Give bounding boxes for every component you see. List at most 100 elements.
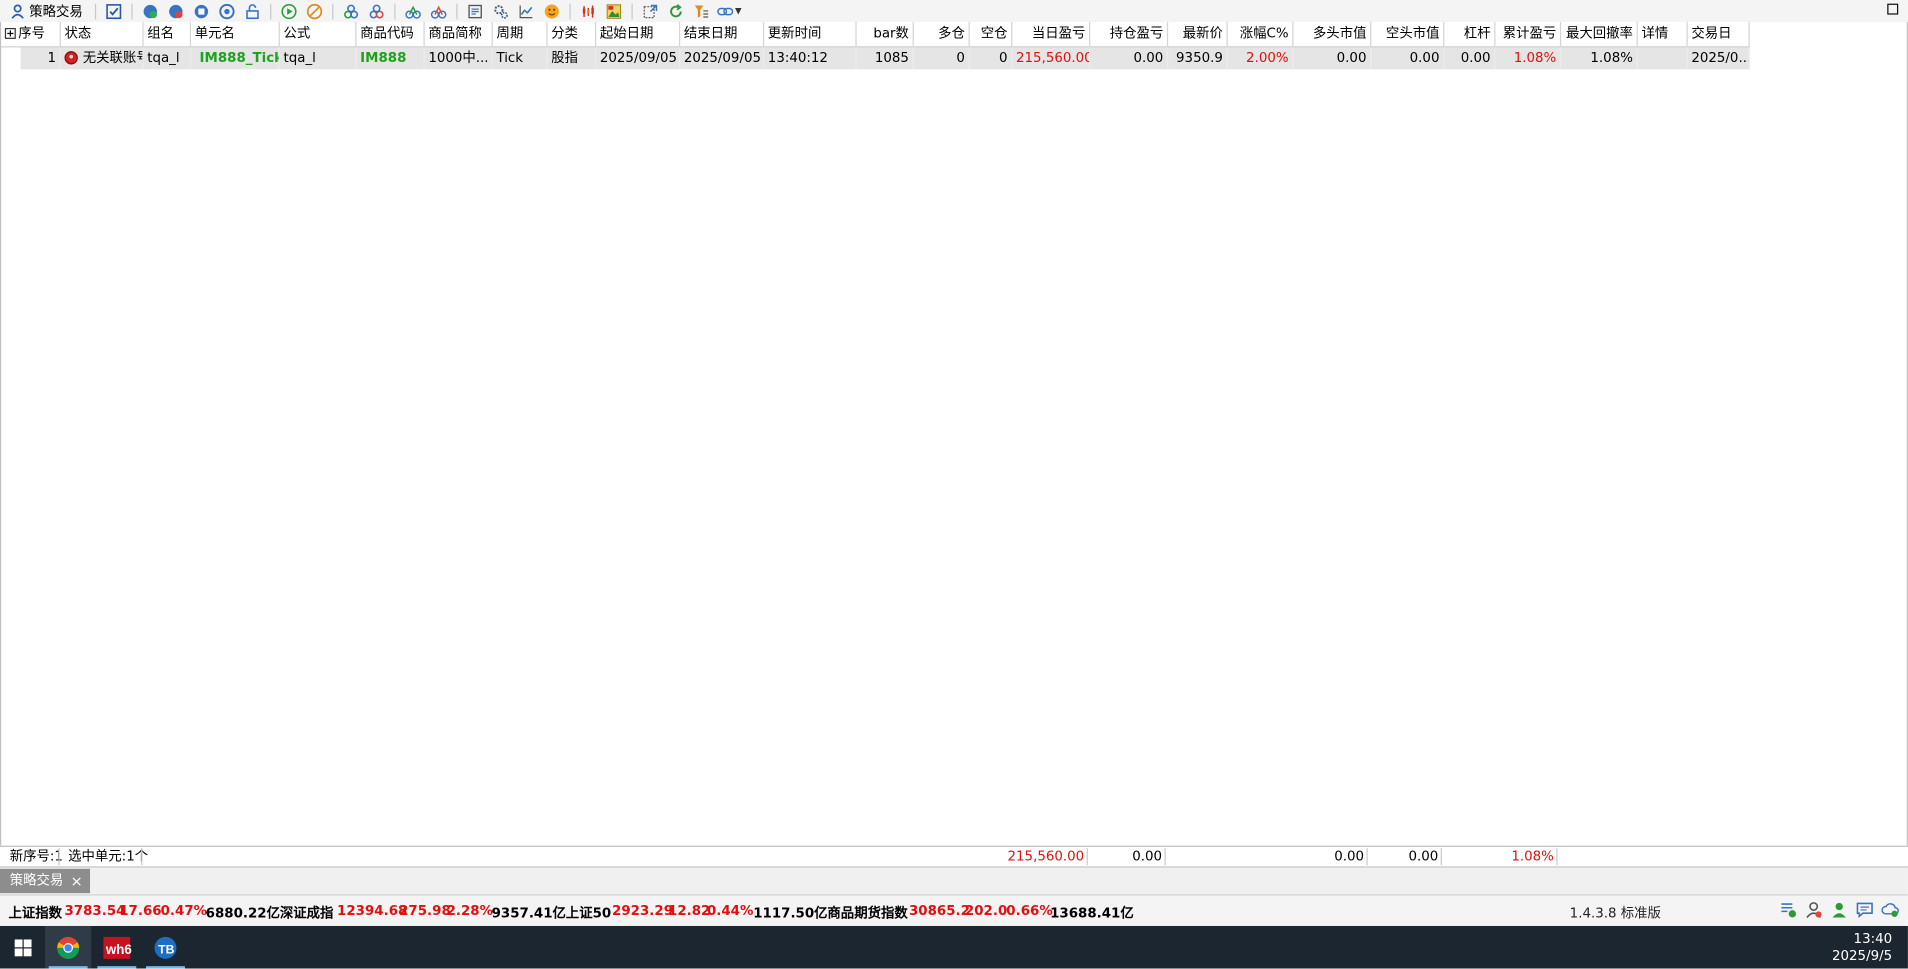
col-shortpos[interactable]: 空仓 [970, 21, 1013, 47]
col-category[interactable]: 分类 [548, 21, 597, 47]
col-detail[interactable]: 详情 [1638, 21, 1688, 47]
cell-holdpnl: 0.00 [1090, 47, 1169, 70]
col-cumpnl[interactable]: 累计盈亏 [1495, 21, 1562, 47]
bullet-1-icon[interactable] [141, 1, 160, 20]
user-green-icon[interactable] [1830, 900, 1848, 918]
col-daypnl[interactable]: 当日盈亏 [1012, 21, 1091, 47]
toolbar-separator [631, 3, 633, 19]
gears-icon[interactable] [491, 1, 510, 20]
bike-1-icon[interactable] [403, 1, 422, 20]
col-shortval[interactable]: 空头市值 [1371, 21, 1445, 47]
summary-selected: 选中单元:1个 [68, 848, 149, 864]
filter-icon[interactable] [692, 1, 711, 20]
toolbar-separator [131, 3, 133, 19]
refresh-icon[interactable] [666, 1, 685, 20]
summary-separator [1440, 848, 1442, 866]
ticker-amount: 6880.22亿 [205, 905, 280, 922]
svg-text:TB: TB [158, 942, 174, 956]
ticker-name[interactable]: 深证成指 [280, 903, 334, 922]
settings-list-icon[interactable] [465, 1, 484, 20]
ticker-name[interactable]: 上证指数 [9, 903, 63, 922]
status-tray [1772, 900, 1900, 918]
col-leverage[interactable]: 杠杆 [1444, 21, 1496, 47]
tb-app-icon[interactable]: TB [142, 926, 188, 969]
summary-separator [141, 848, 143, 866]
bar-chart-icon[interactable] [579, 1, 598, 20]
ticker-change: 275.98 [399, 902, 451, 919]
col-start[interactable]: 起始日期 [596, 21, 681, 47]
summary-cumpnl: 1.08% [1511, 848, 1554, 864]
line-chart-icon[interactable] [517, 1, 536, 20]
ticker-percent: 0.44% [706, 902, 754, 919]
chrome-icon[interactable] [45, 925, 92, 969]
link-dropdown[interactable]: ▼ [717, 3, 742, 19]
cell-end: 2025/09/05 [680, 47, 765, 70]
bike-2-icon[interactable] [429, 1, 448, 20]
col-status[interactable]: 状态 [61, 21, 144, 47]
col-formula[interactable]: 公式 [280, 21, 357, 47]
bullet-4-icon[interactable] [217, 1, 236, 20]
col-holdpnl[interactable]: 持仓盈亏 [1090, 21, 1169, 47]
ticker-price: 2923.29 [612, 902, 674, 919]
col-group[interactable]: 组名 [144, 21, 192, 47]
chat-icon[interactable] [1856, 900, 1874, 918]
summary-separator [1556, 848, 1558, 866]
export-icon[interactable] [641, 1, 660, 20]
expand-all-icon[interactable] [4, 27, 16, 39]
col-code[interactable]: 商品代码 [357, 21, 425, 47]
col-bars[interactable]: bar数 [857, 21, 914, 47]
cell-chg: 2.00% [1228, 47, 1294, 70]
clock-date: 2025/9/5 [1832, 947, 1893, 964]
col-longval[interactable]: 多头市值 [1293, 21, 1372, 47]
app-window: 策略交易 ▼ 序号 状态 组名 单元名 公式 商品代码 商品简称 周期 分类 起… [0, 0, 1908, 969]
list-refresh-icon[interactable] [1779, 900, 1797, 918]
col-tradeday[interactable]: 交易日 [1688, 21, 1750, 47]
col-end[interactable]: 结束日期 [680, 21, 765, 47]
col-seq[interactable]: 序号 [1, 21, 61, 47]
user-trade-icon [11, 3, 24, 19]
ticker-name[interactable]: 商品期货指数 [827, 903, 907, 922]
cluster-1-icon[interactable] [341, 1, 360, 20]
edit-check-icon[interactable] [104, 1, 123, 20]
picture-icon[interactable] [604, 1, 623, 20]
grid-header: 序号 状态 组名 单元名 公式 商品代码 商品简称 周期 分类 起始日期 结束日… [1, 21, 1750, 48]
close-icon[interactable]: × [70, 869, 82, 893]
version-label: 1.4.3.8 标准版 [1569, 905, 1661, 922]
ticker-amount: 9357.41亿 [491, 905, 566, 922]
tab-strategy-trade[interactable]: 策略交易 × [0, 868, 91, 894]
play-icon[interactable] [279, 1, 298, 20]
maximize-icon[interactable] [1887, 3, 1899, 15]
wh6-icon[interactable]: wh6 [94, 926, 140, 969]
stop-icon[interactable] [305, 1, 324, 20]
smiley-icon[interactable] [542, 1, 561, 20]
strategy-trade-title[interactable]: 策略交易 [0, 0, 90, 22]
col-short[interactable]: 商品简称 [425, 21, 493, 47]
col-chg[interactable]: 涨幅C% [1228, 21, 1294, 47]
bullet-3-icon[interactable] [192, 1, 211, 20]
windows-start-icon[interactable] [0, 926, 46, 969]
ticker-change: 202.0 [964, 902, 1008, 919]
user-red-icon[interactable] [1805, 900, 1823, 918]
col-last[interactable]: 最新价 [1168, 21, 1228, 47]
bullet-2-icon[interactable] [166, 1, 185, 20]
col-maxdd[interactable]: 最大回撤率 [1561, 21, 1638, 47]
table-row[interactable]: 1 无关联账号 tqa_l IM888_Tick1 tqa_l IM888 10… [20, 47, 1750, 70]
cell-shortpos: 0 [970, 47, 1013, 70]
col-updated[interactable]: 更新时间 [764, 21, 857, 47]
ticker-change: 17.66 [119, 902, 162, 919]
market-ticker: 上证指数 3783.54 17.66 0.47% 6880.22亿 深证成指 1… [0, 895, 1908, 926]
strategy-grid: 序号 状态 组名 单元名 公式 商品代码 商品简称 周期 分类 起始日期 结束日… [0, 21, 1908, 846]
col-long[interactable]: 多仓 [914, 21, 970, 47]
col-period[interactable]: 周期 [493, 21, 548, 47]
ticker-name[interactable]: 上证50 [566, 903, 611, 922]
ticker-price: 30865.2 [908, 902, 970, 919]
cluster-2-icon[interactable] [367, 1, 386, 20]
unlock-icon[interactable] [243, 1, 262, 20]
col-unit[interactable]: 单元名 [191, 21, 280, 47]
status-offline-icon [64, 51, 78, 65]
cloud-sync-icon[interactable] [1881, 900, 1899, 918]
cell-detail[interactable] [1638, 47, 1688, 70]
summary-separator [1366, 848, 1368, 866]
system-clock[interactable]: 13:40 2025/9/5 [1832, 931, 1892, 965]
toolbar-separator [332, 3, 334, 19]
